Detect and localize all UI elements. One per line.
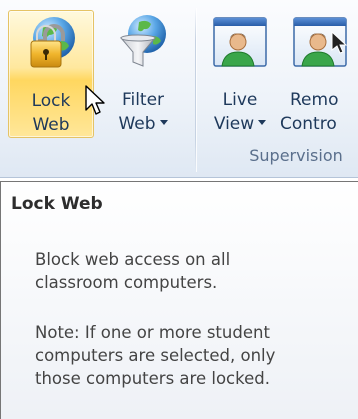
tooltip-lock-web: Lock Web Block web access on all classro… bbox=[0, 181, 358, 419]
tooltip-note-line3: those computers are locked. bbox=[35, 369, 270, 388]
remote-control-button[interactable]: Remo Contro bbox=[280, 10, 358, 138]
live-view-label-text: View bbox=[213, 114, 255, 134]
remote-control-label-line2: Contro bbox=[280, 114, 337, 134]
tooltip-description-line1: Block web access on all bbox=[35, 250, 231, 269]
tooltip-note-line2: computers are selected, only bbox=[35, 346, 276, 365]
tooltip-note-line1: Note: If one or more student bbox=[35, 323, 270, 342]
live-view-label-line1: Live bbox=[222, 90, 258, 110]
filter-web-button[interactable]: Filter Web bbox=[100, 10, 186, 138]
tooltip-title: Lock Web bbox=[11, 194, 103, 214]
mouse-pointer-icon bbox=[85, 85, 105, 115]
filter-web-label-text: Web bbox=[118, 114, 156, 134]
chevron-down-icon bbox=[159, 119, 168, 125]
tooltip-note: Note: If one or more student computers a… bbox=[35, 321, 355, 390]
tooltip-description-line2: classroom computers. bbox=[35, 273, 218, 292]
user-window-icon bbox=[213, 17, 267, 67]
group-label-supervision: Supervision bbox=[249, 146, 343, 165]
lock-web-label-line2: Web bbox=[32, 115, 70, 135]
screenshot-root: Lock Web Filter Web Live View Remo Contr… bbox=[0, 0, 358, 419]
ribbon: Lock Web Filter Web Live View Remo Contr… bbox=[0, 0, 358, 178]
padlock-globe-icon bbox=[30, 17, 75, 68]
tooltip-description: Block web access on all classroom comput… bbox=[35, 248, 355, 294]
user-window-cursor-icon bbox=[293, 17, 348, 67]
live-view-button[interactable]: Live View bbox=[205, 10, 275, 138]
lock-web-label-line1: Lock bbox=[31, 91, 71, 111]
live-view-label-line2: View bbox=[205, 112, 275, 136]
funnel-globe-icon bbox=[119, 15, 166, 67]
remote-control-label-line1: Remo bbox=[290, 90, 339, 110]
lock-web-button[interactable]: Lock Web bbox=[8, 10, 94, 138]
filter-web-label-line2: Web bbox=[100, 112, 186, 136]
chevron-down-icon bbox=[258, 119, 267, 125]
filter-web-label-line1: Filter bbox=[121, 90, 165, 110]
